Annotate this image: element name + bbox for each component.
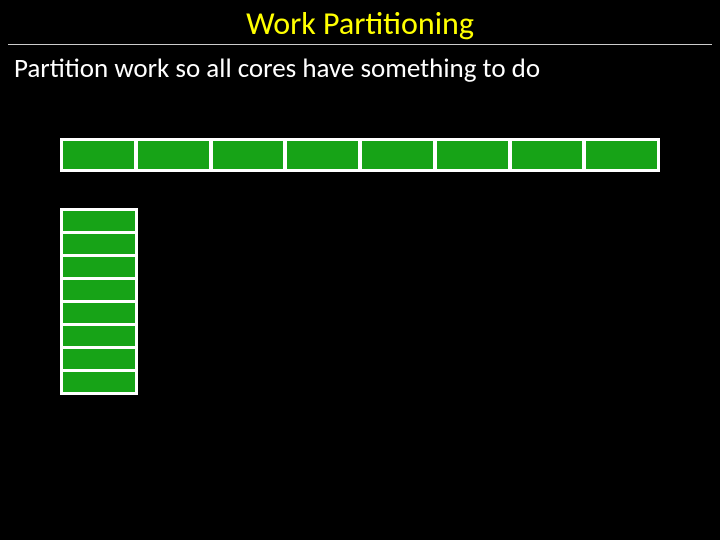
horizontal-partition-cell: [213, 141, 284, 169]
horizontal-partition-cell: [63, 141, 134, 169]
vertical-partition-cell: [63, 349, 135, 369]
vertical-partition-cell: [63, 303, 135, 323]
horizontal-partition-cell: [512, 141, 583, 169]
title-area: Work Partitioning: [0, 4, 720, 43]
vertical-partition-cell: [63, 326, 135, 346]
vertical-partition-cell: [63, 211, 135, 231]
title-underline: [8, 44, 712, 45]
slide-title: Work Partitioning: [0, 4, 720, 43]
horizontal-partition-cell: [362, 141, 433, 169]
vertical-partition-cell: [63, 280, 135, 300]
horizontal-partition-cell: [437, 141, 508, 169]
vertical-partition-cell: [63, 257, 135, 277]
horizontal-partition-row: [60, 138, 660, 172]
slide-subtitle: Partition work so all cores have somethi…: [14, 52, 540, 85]
vertical-partition-cell: [63, 234, 135, 254]
slide: Work Partitioning Partition work so all …: [0, 0, 720, 540]
vertical-partition-cell: [63, 372, 135, 392]
vertical-partition-column: [60, 208, 138, 395]
horizontal-partition-cell: [138, 141, 209, 169]
horizontal-partition-cell: [287, 141, 358, 169]
horizontal-partition-cell: [586, 141, 657, 169]
